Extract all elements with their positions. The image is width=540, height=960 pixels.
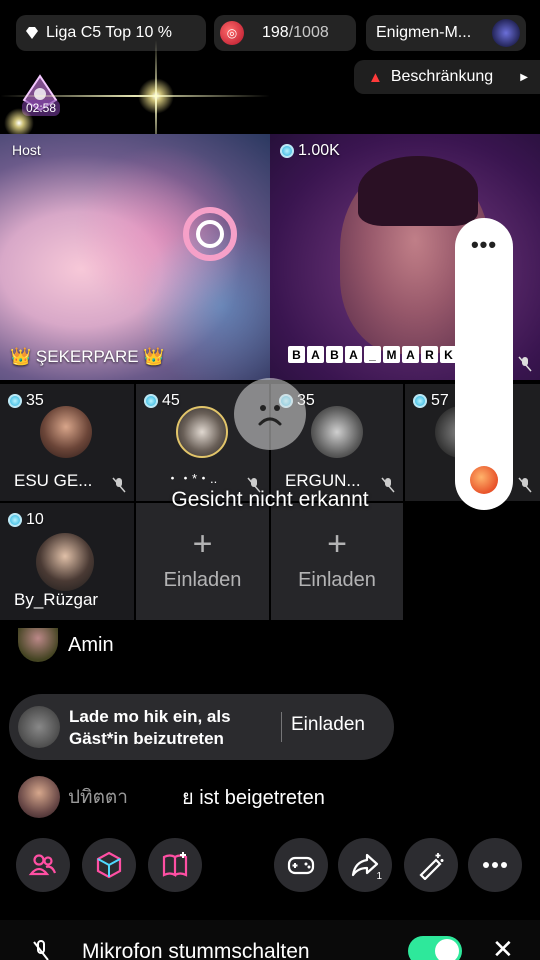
mute-label: Mikrofon stummschalten: [82, 940, 310, 960]
avatar: [40, 406, 92, 458]
book-plus-icon: [162, 852, 188, 877]
avatar: [18, 776, 60, 818]
seat-viewer-badge: 57: [413, 392, 449, 410]
invite-label: Einladen: [163, 569, 242, 591]
host-video-tile[interactable]: Host 👑 ŞEKERPARE 👑: [0, 134, 270, 380]
guest-name-letter: A: [345, 346, 362, 363]
viewer-count-total: /1008: [288, 24, 329, 41]
viewer-count-pill[interactable]: ◎ 198/1008: [214, 15, 356, 51]
invite-slot[interactable]: + Einladen: [136, 503, 269, 620]
cube-icon: [96, 851, 122, 879]
seat-name: By_Rüzgar: [14, 590, 99, 609]
share-count-badge: 1: [376, 871, 382, 882]
user-avatar: [492, 19, 520, 47]
viewer-dot-icon: [144, 394, 158, 408]
joined-text: ย ist beigetreten: [181, 787, 325, 809]
magic-wand-icon: [419, 853, 444, 880]
lollipop-icon: [183, 207, 237, 261]
guest-seat[interactable]: 10 By_Rüzgar: [0, 503, 134, 620]
side-panel[interactable]: •••: [455, 218, 513, 510]
host-tag: Host: [12, 142, 41, 158]
seat-viewer-badge: 35: [8, 392, 44, 410]
viewer-dot-icon: [280, 144, 294, 158]
avatar: [176, 406, 228, 458]
plus-icon: +: [192, 525, 213, 563]
avatar: [18, 706, 60, 748]
restriction-label: Beschränkung: [390, 68, 494, 85]
diamond-icon: [26, 27, 38, 39]
guest-viewer-badge: 1.00K: [280, 142, 340, 160]
warning-icon: ▲: [368, 68, 383, 86]
chevron-right-icon: ▶: [520, 71, 528, 83]
face-warning-text: Gesicht nicht erkannt: [171, 488, 369, 511]
chat-join-message: ปทิตตา ย ist beigetreten: [18, 776, 325, 818]
seat-viewer-count: 10: [26, 511, 44, 528]
effects-button[interactable]: [404, 838, 458, 892]
guest-name-letter: A: [307, 346, 324, 363]
guest-viewer-count: 1.00K: [298, 142, 340, 159]
stories-button[interactable]: [148, 838, 202, 892]
invite-message: Lade mo hik ein, als Gäst*in beizutreten: [69, 707, 231, 748]
target-icon: ◎: [220, 21, 244, 45]
avatar: [311, 406, 363, 458]
people-icon: [28, 854, 57, 876]
guest-name-letter: A: [402, 346, 419, 363]
invite-slot[interactable]: + Einladen: [271, 503, 403, 620]
mic-off-icon: [518, 356, 532, 372]
user-pill[interactable]: Enigmen-M...: [366, 15, 526, 51]
more-options-icon[interactable]: •••: [455, 232, 513, 258]
chat-text: Amin: [68, 633, 114, 656]
invite-button[interactable]: Einladen: [291, 714, 365, 736]
share-button[interactable]: 1: [338, 838, 392, 892]
sad-face-icon: [234, 378, 306, 450]
user-label: Enigmen-M...: [376, 24, 472, 41]
guest-name: BABA_MARKO: [288, 346, 476, 363]
box-button[interactable]: [82, 838, 136, 892]
mute-bar: Mikrofon stummschalten ✕: [0, 920, 540, 960]
mic-off-icon: [33, 940, 49, 960]
seat-viewer-count: 45: [162, 392, 180, 409]
guest-video-hair: [358, 156, 478, 226]
seat-viewer-badge: 45: [144, 392, 180, 410]
avatar: [18, 628, 58, 662]
more-button[interactable]: [468, 838, 522, 892]
guest-name-letter: B: [288, 346, 305, 363]
seat-viewer-count: 57: [431, 392, 449, 409]
league-label: Liga C5 Top 10 %: [46, 24, 173, 41]
guest-name-letter: _: [364, 346, 381, 363]
more-dots-icon: [483, 862, 507, 868]
viewer-dot-icon: [8, 513, 22, 527]
plus-icon: +: [327, 525, 347, 563]
host-name: 👑 ŞEKERPARE 👑: [10, 347, 165, 366]
mute-toggle[interactable]: [408, 936, 462, 960]
light-streak: [0, 95, 270, 97]
viewer-dot-icon: [8, 394, 22, 408]
guest-seat[interactable]: 35 ESU GE...: [0, 384, 134, 501]
joined-username: ปทิตตา: [68, 787, 128, 808]
guests-button[interactable]: [16, 838, 70, 892]
toggle-knob: [435, 939, 459, 960]
guest-name-letter: R: [421, 346, 438, 363]
league-badge[interactable]: Liga C5 Top 10 %: [16, 15, 206, 51]
close-icon[interactable]: ✕: [492, 934, 514, 960]
divider: [281, 712, 282, 742]
seat-viewer-badge: 10: [8, 511, 44, 529]
chat-message: Amin: [18, 628, 114, 662]
seat-name: ・・*・..: [166, 471, 218, 486]
restriction-button[interactable]: ▲ Beschränkung ▶: [354, 60, 540, 94]
viewer-dot-icon: [413, 394, 427, 408]
guest-name-letter: B: [326, 346, 343, 363]
guest-name-letter: M: [383, 346, 400, 363]
viewer-count-current: 198: [262, 24, 289, 41]
avatar: [36, 533, 94, 591]
invite-label: Einladen: [298, 569, 376, 591]
seat-viewer-count: 35: [26, 392, 44, 409]
game-button[interactable]: [274, 838, 328, 892]
gamepad-icon: [287, 856, 315, 875]
guest-invite-card: Lade mo hik ein, als Gäst*in beizutreten…: [9, 694, 394, 760]
